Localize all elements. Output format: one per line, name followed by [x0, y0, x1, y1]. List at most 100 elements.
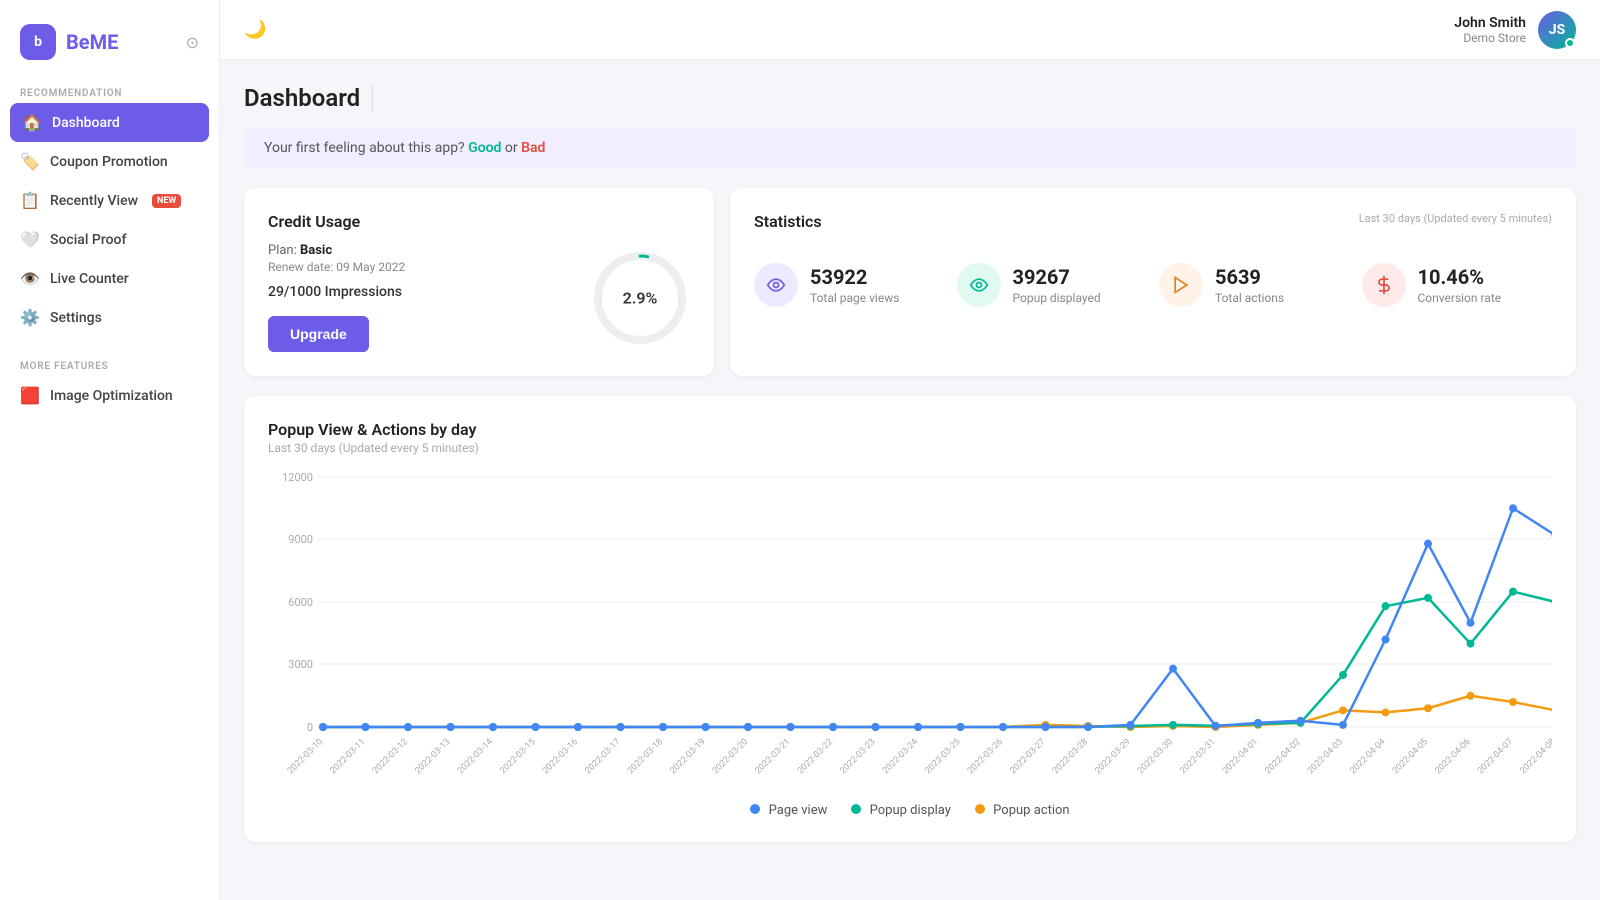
moon-icon[interactable]: 🌙 [244, 19, 266, 40]
chart-subtitle: Last 30 days (Updated every 5 minutes) [268, 441, 1552, 455]
chart-card: Popup View & Actions by day Last 30 days… [244, 396, 1576, 842]
svg-text:2022-03-14: 2022-03-14 [456, 737, 495, 776]
logo-icon: b [20, 24, 56, 60]
upgrade-button[interactable]: Upgrade [268, 316, 369, 352]
svg-text:2022-04-07: 2022-04-07 [1476, 737, 1515, 776]
svg-text:2022-04-08: 2022-04-08 [1518, 737, 1552, 776]
topbar: 🌙 John Smith Demo Store JS [220, 0, 1600, 60]
statistics-title: Statistics [754, 212, 822, 231]
popup-displayed-value: 39267 [1013, 265, 1101, 289]
page-views-label: Total page views [810, 291, 899, 305]
title-divider [372, 84, 373, 112]
credit-percentage: 2.9% [623, 288, 658, 307]
total-actions-value: 5639 [1215, 265, 1284, 289]
feedback-bad[interactable]: Bad [521, 140, 545, 156]
sidebar-item-settings[interactable]: ⚙️ Settings [0, 298, 219, 337]
user-store: Demo Store [1454, 31, 1526, 45]
svg-text:2022-04-03: 2022-04-03 [1306, 737, 1345, 776]
chart-container: 12000 9000 6000 3000 0 2022-03-102022-03… [268, 467, 1552, 791]
page-views-icon [754, 263, 798, 307]
sidebar-item-label: Live Counter [50, 271, 129, 287]
gear-icon[interactable]: ⊙ [186, 33, 199, 52]
sidebar-item-dashboard[interactable]: 🏠 Dashboard [10, 103, 209, 142]
svg-text:2022-03-27: 2022-03-27 [1008, 737, 1047, 776]
conversion-value: 10.46% [1418, 265, 1502, 289]
svg-text:2022-04-02: 2022-04-02 [1263, 737, 1302, 776]
stat-popup-displayed: 39267 Popup displayed [957, 263, 1148, 307]
list-icon: 📋 [20, 191, 40, 210]
svg-text:2022-04-06: 2022-04-06 [1433, 737, 1472, 776]
svg-text:2022-04-05: 2022-04-05 [1391, 737, 1430, 776]
svg-text:3000: 3000 [288, 658, 313, 671]
credit-circle: 2.9% [590, 248, 690, 348]
svg-text:2022-03-24: 2022-03-24 [881, 737, 920, 776]
feedback-banner: Your first feeling about this app? Good … [244, 128, 1576, 168]
svg-text:2022-03-26: 2022-03-26 [966, 737, 1005, 776]
sidebar-item-coupon[interactable]: 🏷️ Coupon Promotion [0, 142, 219, 181]
main-content: 🌙 John Smith Demo Store JS Dashboard You… [220, 0, 1600, 900]
svg-text:2022-03-15: 2022-03-15 [498, 737, 537, 776]
legend-popup-display: Popup display [851, 803, 951, 818]
page-content: Dashboard Your first feeling about this … [220, 60, 1600, 900]
cards-row: Credit Usage Plan: Basic Renew date: 09 … [244, 188, 1576, 376]
svg-text:2022-04-04: 2022-04-04 [1348, 737, 1387, 776]
recommendation-label: RECOMMENDATION [0, 80, 219, 103]
svg-text:2022-03-29: 2022-03-29 [1093, 737, 1132, 776]
credit-plan: Plan: Basic [268, 243, 405, 258]
total-actions-label: Total actions [1215, 291, 1284, 305]
credit-card: Credit Usage Plan: Basic Renew date: 09 … [244, 188, 714, 376]
svg-text:2022-03-19: 2022-03-19 [668, 737, 707, 776]
svg-text:2022-04-01: 2022-04-01 [1221, 737, 1260, 776]
chart-legend: Page view Popup display Popup action [268, 803, 1552, 818]
popup-displayed-icon [957, 263, 1001, 307]
sidebar-item-label: Image Optimization [50, 388, 173, 404]
sidebar-item-label: Coupon Promotion [50, 154, 168, 170]
chart-title: Popup View & Actions by day [268, 420, 1552, 439]
feedback-text: Your first feeling about this app? [264, 140, 465, 156]
svg-text:2022-03-25: 2022-03-25 [923, 737, 962, 776]
svg-text:2022-03-12: 2022-03-12 [371, 737, 410, 776]
statistics-card: Statistics Last 30 days (Updated every 5… [730, 188, 1576, 376]
sidebar-item-label: Settings [50, 310, 102, 326]
stat-conversion: 10.46% Conversion rate [1362, 263, 1553, 307]
sidebar-item-label: Social Proof [50, 232, 126, 248]
sidebar-item-label: Dashboard [52, 115, 120, 131]
svg-text:2022-03-20: 2022-03-20 [711, 737, 750, 776]
svg-text:0: 0 [307, 721, 313, 734]
new-badge: New [152, 194, 181, 208]
svg-text:2022-03-13: 2022-03-13 [413, 737, 452, 776]
svg-text:2022-03-23: 2022-03-23 [838, 737, 877, 776]
svg-text:2022-03-17: 2022-03-17 [583, 737, 622, 776]
feedback-good[interactable]: Good [468, 140, 501, 156]
avatar-online-dot [1565, 38, 1575, 48]
page-title-row: Dashboard [244, 84, 1576, 112]
total-actions-icon [1159, 263, 1203, 307]
sidebar-item-image-opt[interactable]: 🟥 Image Optimization [0, 376, 219, 415]
popup-displayed-label: Popup displayed [1013, 291, 1101, 305]
stats-grid: 53922 Total page views 39267 Popup displ… [754, 263, 1552, 307]
legend-page-view: Page view [750, 803, 827, 818]
sidebar-item-live[interactable]: 👁️ Live Counter [0, 259, 219, 298]
tag-icon: 🏷️ [20, 152, 40, 171]
image-icon: 🟥 [20, 386, 40, 405]
svg-text:6000: 6000 [288, 596, 313, 609]
credit-impressions: 29/1000 Impressions [268, 284, 405, 300]
svg-text:2022-03-18: 2022-03-18 [626, 737, 665, 776]
heart-icon: 🤍 [20, 230, 40, 249]
more-features-label: MORE FEATURES [0, 353, 219, 376]
svg-text:12000: 12000 [282, 471, 313, 484]
sidebar-item-label: Recently View [50, 193, 138, 209]
page-views-value: 53922 [810, 265, 899, 289]
home-icon: 🏠 [22, 113, 42, 132]
sidebar-item-recently[interactable]: 📋 Recently View New [0, 181, 219, 220]
sidebar-item-social[interactable]: 🤍 Social Proof [0, 220, 219, 259]
credit-renew: Renew date: 09 May 2022 [268, 260, 405, 274]
credit-title: Credit Usage [268, 212, 690, 231]
svg-text:2022-03-30: 2022-03-30 [1136, 737, 1175, 776]
stat-total-actions: 5639 Total actions [1159, 263, 1350, 307]
avatar[interactable]: JS [1538, 11, 1576, 49]
conversion-icon [1362, 263, 1406, 307]
stat-page-views: 53922 Total page views [754, 263, 945, 307]
page-title: Dashboard [244, 84, 360, 112]
conversion-label: Conversion rate [1418, 291, 1502, 305]
